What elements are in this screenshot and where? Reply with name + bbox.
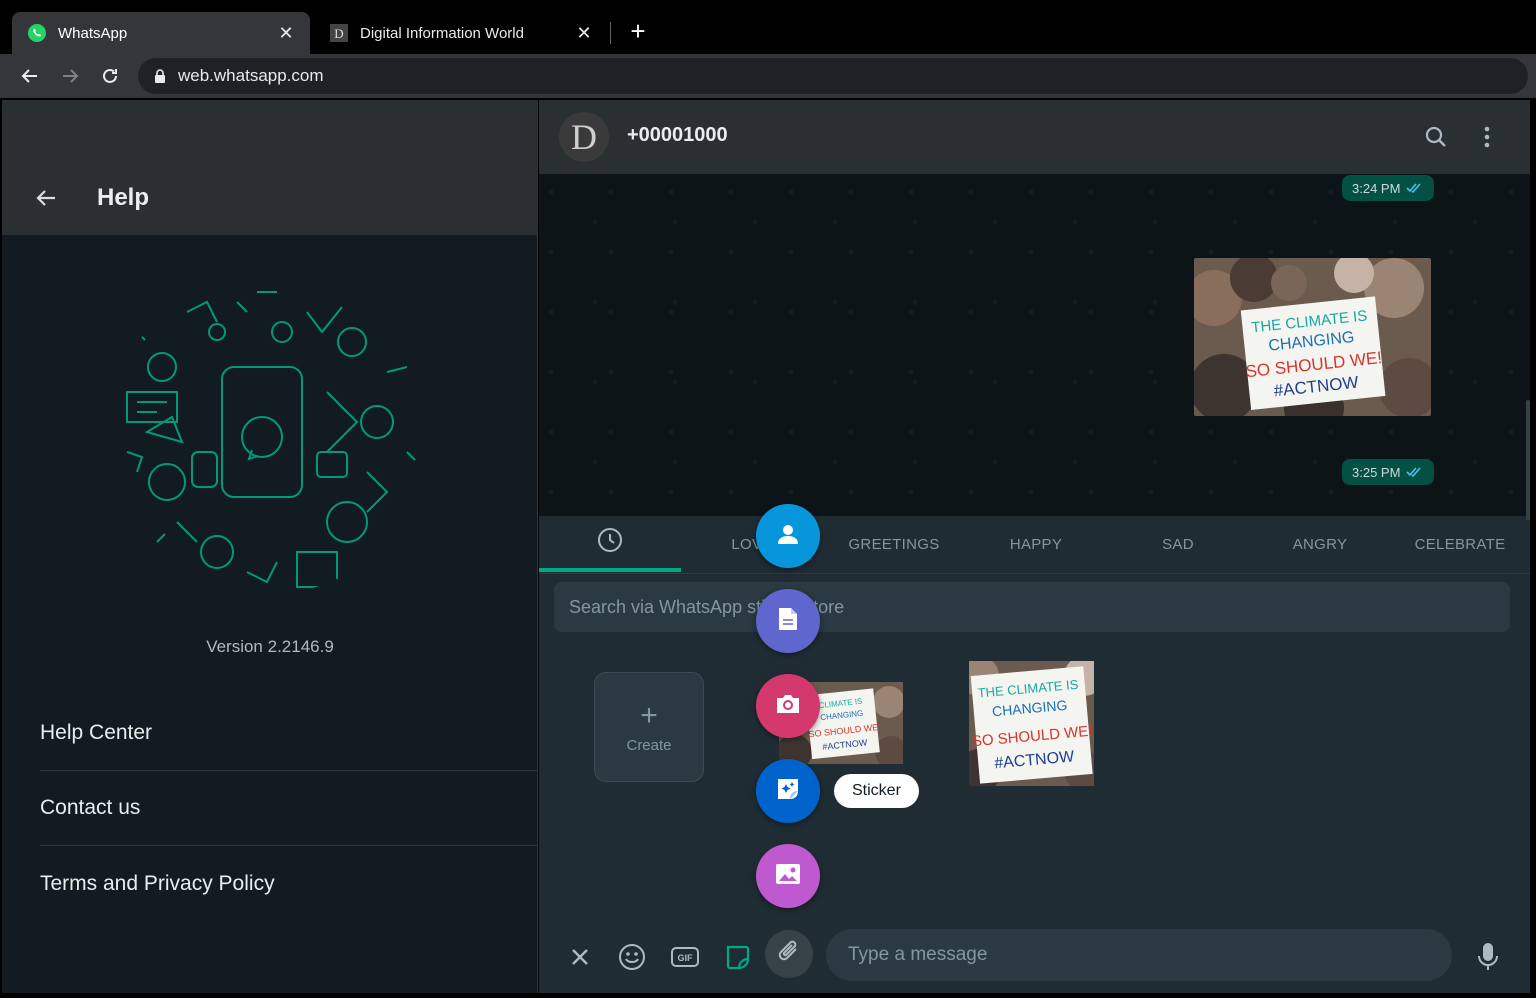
tab-happy[interactable]: HAPPY xyxy=(965,516,1107,572)
clock-icon xyxy=(597,527,623,557)
contact-name[interactable]: +00001000 xyxy=(627,124,728,147)
terms-privacy-link[interactable]: Terms and Privacy Policy xyxy=(40,846,538,921)
microphone-icon[interactable] xyxy=(1473,942,1503,972)
message-bubble: 3:24 PM xyxy=(1342,175,1435,201)
help-center-link[interactable]: Help Center xyxy=(40,696,538,771)
double-check-icon xyxy=(1406,465,1424,480)
attach-gallery-button[interactable] xyxy=(756,844,820,908)
window-edge xyxy=(1530,98,1536,998)
avatar[interactable]: D xyxy=(559,112,609,162)
sticker-icon xyxy=(774,775,802,808)
svg-text:D: D xyxy=(334,26,343,41)
browser-tab-digital-information-world[interactable]: D Digital Information World ✕ xyxy=(314,12,608,54)
close-tab-icon[interactable]: ✕ xyxy=(574,23,594,43)
menu-dots-icon[interactable] xyxy=(1474,124,1500,150)
attach-contact-button[interactable] xyxy=(756,504,820,568)
camera-icon xyxy=(774,692,802,721)
sticker-climate-large[interactable]: THE CLIMATE IS CHANGING SO SHOULD WE! #A… xyxy=(969,661,1094,786)
double-check-icon xyxy=(1406,181,1424,196)
sticker-tooltip: Sticker xyxy=(834,774,919,808)
compose-bar: GIF Type a message xyxy=(539,926,1530,993)
browser-tab-bar: WhatsApp ✕ D Digital Information World ✕… xyxy=(0,0,1536,54)
whatsapp-favicon-icon xyxy=(26,22,48,44)
back-icon[interactable] xyxy=(16,62,44,90)
chat-header: D +00001000 xyxy=(539,100,1530,174)
attach-document-button[interactable] xyxy=(756,589,820,653)
attach-camera-button[interactable] xyxy=(756,674,820,738)
help-drawer: Help Version 2.2146.9 Help Center Contac… xyxy=(2,100,538,993)
message-bubble: 3:25 PM xyxy=(1342,459,1435,485)
climate-protest-photo: THE CLIMATE IS CHANGING SO SHOULD WE! #A… xyxy=(1194,258,1431,416)
help-title: Help xyxy=(97,184,150,211)
create-label: Create xyxy=(626,736,672,754)
paperclip-icon xyxy=(776,939,802,970)
message-list: 3:24 PM THE CLIMATE IS CHANGING SO SHOUL… xyxy=(539,174,1530,516)
tab-angry[interactable]: ANGRY xyxy=(1249,516,1391,572)
contact-us-link[interactable]: Contact us xyxy=(40,771,538,846)
site-favicon-icon: D xyxy=(328,22,350,44)
plus-icon: + xyxy=(640,698,658,732)
chat-pane: D +00001000 3:24 PM THE CLIMATE IS CHANG… xyxy=(539,100,1530,993)
new-tab-button[interactable]: + xyxy=(624,18,652,46)
contact-us-label: Contact us xyxy=(40,796,141,819)
avatar-letter: D xyxy=(571,117,597,157)
back-arrow-icon[interactable] xyxy=(32,184,60,212)
browser-tab-title: Digital Information World xyxy=(360,24,524,42)
gallery-icon xyxy=(774,862,802,891)
lock-icon xyxy=(154,69,166,83)
message-input-placeholder: Type a message xyxy=(848,944,988,965)
version-label: Version 2.2146.9 xyxy=(206,637,334,656)
close-tab-icon[interactable]: ✕ xyxy=(276,23,296,43)
emoji-icon[interactable] xyxy=(617,942,647,972)
attach-button[interactable] xyxy=(765,930,813,978)
image-message[interactable]: THE CLIMATE IS CHANGING SO SHOULD WE! #A… xyxy=(1194,258,1431,416)
sticker-category-tabs: LOVE GREETINGS HAPPY SAD ANGRY CELEBRATE xyxy=(539,516,1530,574)
document-icon xyxy=(777,606,799,637)
sticker-tab-icon[interactable] xyxy=(722,942,752,972)
help-header: Help xyxy=(2,100,538,235)
browser-toolbar: web.whatsapp.com xyxy=(0,54,1536,98)
message-time: 3:25 PM xyxy=(1352,464,1401,480)
search-icon[interactable] xyxy=(1423,124,1449,150)
browser-tab-title: WhatsApp xyxy=(58,24,128,42)
attach-sticker-button[interactable] xyxy=(756,759,820,823)
help-center-label: Help Center xyxy=(40,721,153,744)
sticker-image: THE CLIMATE IS CHANGING SO SHOULD WE! #A… xyxy=(969,661,1094,786)
terms-privacy-label: Terms and Privacy Policy xyxy=(40,871,275,895)
contact-icon xyxy=(775,521,801,552)
close-icon[interactable] xyxy=(565,942,595,972)
tab-recent[interactable] xyxy=(539,516,681,572)
message-input[interactable]: Type a message xyxy=(826,929,1452,981)
tooltip-label: Sticker xyxy=(852,782,901,799)
address-bar[interactable]: web.whatsapp.com xyxy=(138,58,1528,94)
tab-sad[interactable]: SAD xyxy=(1107,516,1249,572)
url-text: web.whatsapp.com xyxy=(178,66,324,85)
tab-celebrate[interactable]: CELEBRATE xyxy=(1389,516,1531,572)
tab-greetings[interactable]: GREETINGS xyxy=(823,516,965,572)
tab-divider xyxy=(610,22,611,44)
forward-icon[interactable] xyxy=(56,62,84,90)
reload-icon[interactable] xyxy=(96,62,124,90)
gif-icon[interactable]: GIF xyxy=(670,942,700,972)
whatsapp-doodle-logo xyxy=(126,291,416,588)
sticker-search-input[interactable]: Search via WhatsApp sticker store xyxy=(554,582,1510,632)
message-time: 3:24 PM xyxy=(1352,180,1401,196)
sticker-panel: LOVE GREETINGS HAPPY SAD ANGRY CELEBRATE… xyxy=(539,516,1530,926)
browser-tab-whatsapp[interactable]: WhatsApp ✕ xyxy=(12,12,310,54)
create-sticker-button[interactable]: + Create xyxy=(594,672,704,782)
svg-text:GIF: GIF xyxy=(678,953,694,963)
